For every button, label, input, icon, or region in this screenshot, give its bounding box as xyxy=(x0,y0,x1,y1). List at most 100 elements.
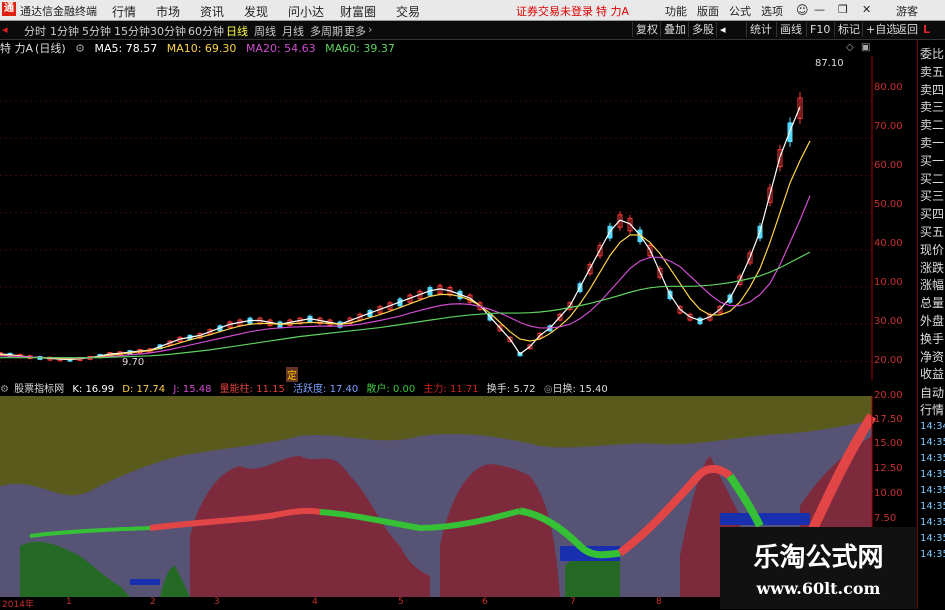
ma20-label: MA20: 54.63 xyxy=(245,42,316,55)
guest-label[interactable]: 游客 xyxy=(896,3,918,19)
period-tab-60min[interactable]: 60分钟 xyxy=(188,23,224,39)
ma60-label: MA60: 39.37 xyxy=(325,42,395,55)
x-tick: 2 xyxy=(150,597,156,607)
x-tick: 7 xyxy=(570,597,576,607)
diamond-icon[interactable]: ◇ xyxy=(846,42,854,53)
menu-gongshi[interactable]: 公式 xyxy=(729,3,751,19)
price-ytick: 60.00 xyxy=(874,160,903,171)
panel-tab[interactable]: 自动 xyxy=(920,385,944,401)
title-bar: 通 通达信金融终端 行情 市场 资讯 发现 问小达 财富圈 交易 证券交易未登录… xyxy=(0,0,945,21)
menu-caifuquan[interactable]: 财富圈 xyxy=(340,3,376,20)
tick-time: 14:35 xyxy=(920,485,945,496)
period-tab-fenshi[interactable]: 分时 xyxy=(24,23,46,39)
high-price-label: 87.10 xyxy=(815,58,844,69)
window-min-icon[interactable]: — xyxy=(814,3,825,16)
ind-d: D: 17.74 xyxy=(122,384,166,395)
ind-ytick: 20.00 xyxy=(874,390,903,401)
tick-time: 14:35 xyxy=(920,453,945,464)
btn-f10[interactable]: F10 xyxy=(806,22,833,37)
menu-wenxiaoda[interactable]: 问小达 xyxy=(288,3,324,20)
period-tab-15min[interactable]: 15分钟 xyxy=(114,23,150,39)
period-tab-more[interactable]: 更多 xyxy=(344,23,366,39)
ind-turnover: 换手: 5.72 xyxy=(486,384,536,395)
ind-main-force: 主力: 11.71 xyxy=(423,384,479,395)
l-badge[interactable]: L xyxy=(920,22,933,37)
period-tab-5min[interactable]: 5分钟 xyxy=(82,23,111,39)
price-ytick: 20.00 xyxy=(874,355,903,366)
ma5-label: MA5: 78.57 xyxy=(94,42,158,55)
price-chart[interactable] xyxy=(0,56,917,380)
btn-huaxian[interactable]: 画线 xyxy=(776,22,805,37)
app-logo-icon: 通 xyxy=(2,2,16,16)
ind-blue-bar xyxy=(130,579,160,585)
period-arrow-icon[interactable]: ◂ xyxy=(716,22,729,37)
menu-jiaoyi[interactable]: 交易 xyxy=(396,3,420,20)
menu-shichang[interactable]: 市场 xyxy=(156,3,180,20)
user-icon[interactable]: ☺ xyxy=(796,3,809,17)
btn-diejia[interactable]: 叠加 xyxy=(660,22,689,37)
more-arrow-icon[interactable]: › xyxy=(368,23,372,36)
tick-time: 14:35 xyxy=(920,437,945,448)
indicator-settings-icon[interactable]: ⚙ xyxy=(0,384,9,395)
btn-tongji[interactable]: 统计 xyxy=(746,22,775,37)
expand-icon[interactable]: ▣ xyxy=(861,42,870,53)
ind-ytick: 12.50 xyxy=(874,463,903,474)
quote-label: 卖三 xyxy=(920,100,945,115)
quote-label: 涨幅 xyxy=(920,278,945,293)
quote-label: 买三 xyxy=(920,189,945,204)
x-tick: 5 xyxy=(398,597,404,607)
btn-fuquan[interactable]: 复权 xyxy=(632,22,661,37)
login-warning[interactable]: 证券交易未登录 xyxy=(516,3,593,19)
menu-hangqing[interactable]: 行情 xyxy=(112,3,136,20)
ind-activity: 活跃度: 17.40 xyxy=(293,384,359,395)
menu-xuanxiang[interactable]: 选项 xyxy=(761,3,783,19)
watermark-url: www.60lt.com xyxy=(756,579,881,598)
menu-faxian[interactable]: 发现 xyxy=(244,3,268,20)
quote-label: 外盘 xyxy=(920,314,945,328)
x-tick: 6 xyxy=(482,597,488,607)
ind-volume-bar: 量能柱: 11.15 xyxy=(219,384,285,395)
quote-label: 买一 xyxy=(920,153,945,168)
price-ytick: 30.00 xyxy=(874,316,903,327)
menu-zixun[interactable]: 资讯 xyxy=(200,3,224,20)
quote-label: 买五 xyxy=(920,225,945,239)
ind-blue-bar xyxy=(720,513,810,525)
quote-label: 卖五 xyxy=(920,64,945,79)
watermark: 乐淘公式网 www.60lt.com xyxy=(720,527,917,609)
price-ytick: 70.00 xyxy=(874,121,903,132)
x-tick: 8 xyxy=(656,597,662,607)
btn-duogu[interactable]: 多股 xyxy=(688,22,717,37)
period-tab-daily[interactable]: 日线 xyxy=(226,23,248,39)
x-tick: 3 xyxy=(214,597,220,607)
quote-label: 涨跌 xyxy=(920,260,945,275)
quote-panel: 委比 卖五 卖四 卖三 卖二 卖一 买一 买二 买三 买四 买五 现价 涨跌 涨幅 总量 外盘 换手 净资 收益 自动… xyxy=(917,40,945,609)
period-tab-1min[interactable]: 1分钟 xyxy=(50,23,79,39)
quote-label: 买四 xyxy=(920,207,945,222)
menu-banmian[interactable]: 版面 xyxy=(697,3,719,19)
tick-time: 14:35 xyxy=(920,533,945,544)
window-close-icon[interactable]: ✕ xyxy=(862,3,871,16)
x-tick: 4 xyxy=(312,597,318,607)
period-toolbar: ◂ 分时 1分钟 5分钟 15分钟 30分钟 60分钟 日线 周线 月线 多周期… xyxy=(0,21,945,40)
ma-stock-name: 特 力A xyxy=(0,42,34,55)
tick-time: 14:35 xyxy=(920,549,945,560)
btn-biaoji[interactable]: 标记 xyxy=(834,22,863,37)
period-tab-weekly[interactable]: 周线 xyxy=(254,23,276,39)
quote-label: 收益 xyxy=(920,367,945,382)
period-tab-30min[interactable]: 30分钟 xyxy=(150,23,186,39)
period-tab-multi[interactable]: 多周期 xyxy=(310,23,343,39)
btn-fanhui[interactable]: 返回 xyxy=(892,22,921,37)
price-ytick: 80.00 xyxy=(874,82,903,93)
price-ytick: 40.00 xyxy=(874,238,903,249)
stock-title: 特 力A xyxy=(596,5,630,18)
toolbar-back-icon[interactable]: ◂ xyxy=(2,23,8,36)
panel-tab[interactable]: 行情 xyxy=(920,402,944,418)
quote-label: 委比 xyxy=(920,47,945,61)
circle-icon: ◎ xyxy=(543,384,553,395)
menu-gongneng[interactable]: 功能 xyxy=(665,3,687,19)
price-ytick: 10.00 xyxy=(874,277,903,288)
window-restore-icon[interactable]: ❐ xyxy=(838,3,848,16)
period-tab-monthly[interactable]: 月线 xyxy=(282,23,304,39)
settings-icon[interactable]: ⚙ xyxy=(75,42,85,55)
indicator-legend: ⚙ 股票指标网 K: 16.99 D: 17.74 J: 15.48 量能柱: … xyxy=(0,380,613,395)
